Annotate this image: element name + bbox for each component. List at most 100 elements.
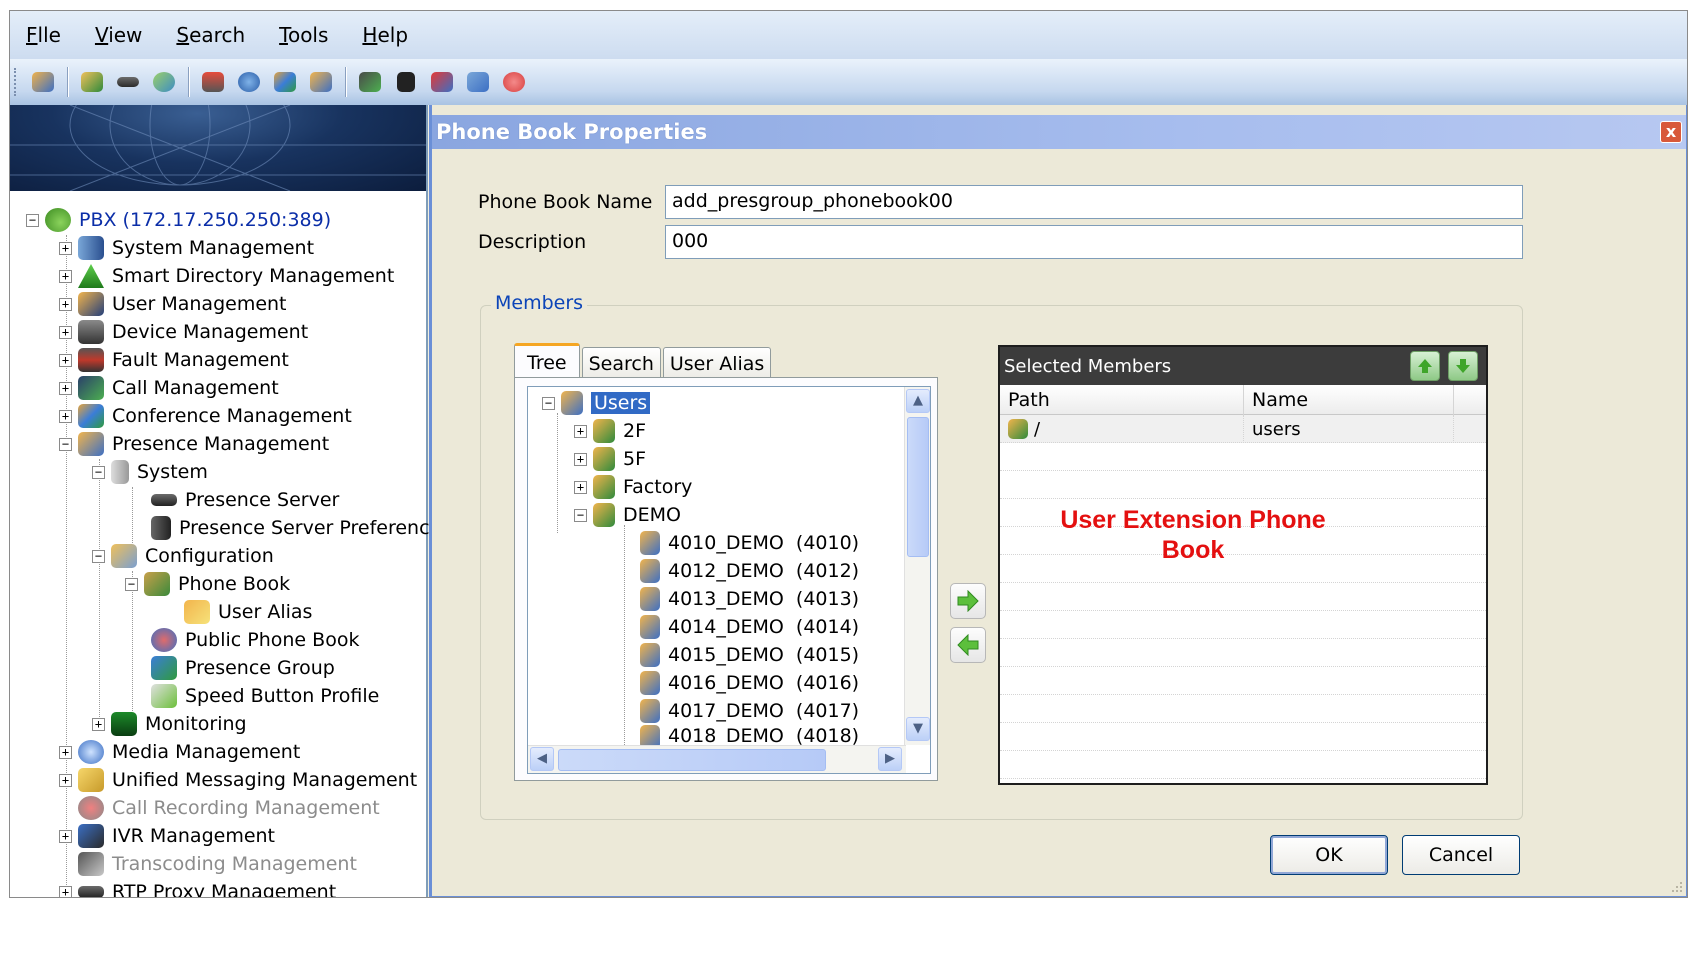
- tree-item-presence-management[interactable]: − Presence Management: [59, 431, 329, 457]
- member-tree-item-4017[interactable]: 4017_DEMO (4017): [640, 697, 859, 725]
- scroll-thumb[interactable]: [558, 749, 826, 771]
- menu-tools[interactable]: Tools: [279, 23, 328, 47]
- menu-view[interactable]: View: [95, 23, 142, 47]
- tree-item-presence-server-preference[interactable]: Presence Server Preference: [132, 515, 441, 541]
- stop-icon[interactable]: [427, 67, 457, 97]
- expand-toggle[interactable]: +: [574, 480, 587, 494]
- expand-toggle[interactable]: +: [59, 381, 72, 395]
- tree-item-user-management[interactable]: + User Management: [59, 291, 287, 317]
- message-icon[interactable]: [463, 67, 493, 97]
- tree-item-call-recording-management[interactable]: Call Recording Management: [59, 795, 380, 821]
- expand-toggle[interactable]: +: [574, 452, 587, 466]
- menu-help[interactable]: Help: [362, 23, 408, 47]
- expand-toggle[interactable]: +: [59, 829, 72, 843]
- export-icon[interactable]: [355, 67, 385, 97]
- column-name[interactable]: Name: [1244, 385, 1454, 415]
- cancel-button[interactable]: Cancel: [1402, 835, 1520, 875]
- table-row[interactable]: / users: [1000, 415, 1486, 443]
- tree-item-media-management[interactable]: + Media Management: [59, 739, 300, 765]
- tree-item-fault-management[interactable]: + Fault Management: [59, 347, 289, 373]
- presence-icon[interactable]: [306, 67, 336, 97]
- expand-toggle[interactable]: +: [59, 353, 72, 367]
- collapse-toggle[interactable]: −: [26, 213, 39, 227]
- toolbar-grip[interactable]: [14, 68, 17, 96]
- tree-item-monitoring[interactable]: + Monitoring: [92, 711, 247, 737]
- tree-item-unified-messaging-management[interactable]: + Unified Messaging Management: [59, 767, 417, 793]
- add-member-button[interactable]: [950, 583, 986, 619]
- member-tree[interactable]: − Users + 2F + 5F + Factory − DEMO 4010_…: [527, 386, 931, 774]
- expand-toggle[interactable]: +: [59, 241, 72, 255]
- tab-tree[interactable]: Tree: [514, 343, 580, 379]
- tree-item-public-phone-book[interactable]: Public Phone Book: [132, 627, 359, 653]
- collapse-toggle[interactable]: −: [574, 508, 587, 522]
- globe-icon[interactable]: [234, 67, 264, 97]
- tab-search[interactable]: Search: [581, 347, 661, 379]
- collapse-toggle[interactable]: −: [92, 465, 105, 479]
- tree-item-configuration[interactable]: − Configuration: [92, 543, 274, 569]
- tree-item-user-alias[interactable]: User Alias: [165, 599, 312, 625]
- collapse-toggle[interactable]: −: [542, 396, 555, 410]
- tree-item-conference-management[interactable]: + Conference Management: [59, 403, 352, 429]
- expand-toggle[interactable]: +: [59, 269, 72, 283]
- menu-search[interactable]: Search: [176, 23, 245, 47]
- tree-item-call-management[interactable]: + Call Management: [59, 375, 279, 401]
- phone-book-name-input[interactable]: add_presgroup_phonebook00: [665, 185, 1523, 219]
- tree-item-presence-group[interactable]: Presence Group: [132, 655, 335, 681]
- member-tree-item-factory[interactable]: + Factory: [574, 473, 692, 501]
- scroll-left-button[interactable]: ◀: [530, 747, 554, 771]
- heart-icon[interactable]: [499, 67, 529, 97]
- tree-item-speed-button-profile[interactable]: Speed Button Profile: [132, 683, 379, 709]
- tree-item-presence-server[interactable]: Presence Server: [132, 487, 339, 513]
- document-icon[interactable]: [391, 67, 421, 97]
- chart-icon[interactable]: [198, 67, 228, 97]
- expand-toggle[interactable]: +: [59, 773, 72, 787]
- ok-button[interactable]: OK: [1270, 835, 1388, 875]
- resize-grip-icon[interactable]: [1668, 878, 1684, 894]
- conference-icon[interactable]: [270, 67, 300, 97]
- expand-toggle[interactable]: +: [59, 745, 72, 759]
- tree-item-device-management[interactable]: + Device Management: [59, 319, 308, 345]
- phone-icon[interactable]: [149, 67, 179, 97]
- member-tree-item-4016[interactable]: 4016_DEMO (4016): [640, 669, 859, 697]
- tree-item-rtp-proxy-management[interactable]: + RTP Proxy Management: [59, 879, 336, 897]
- users-icon[interactable]: [28, 67, 58, 97]
- tree-item-system-management[interactable]: + System Management: [59, 235, 314, 261]
- collapse-toggle[interactable]: −: [59, 437, 72, 451]
- member-tree-item-4010[interactable]: 4010_DEMO (4010): [640, 529, 859, 557]
- expand-toggle[interactable]: +: [59, 297, 72, 311]
- menu-file[interactable]: Flle: [26, 23, 61, 47]
- member-tree-item-4014[interactable]: 4014_DEMO (4014): [640, 613, 859, 641]
- tree-item-transcoding-management[interactable]: Transcoding Management: [59, 851, 357, 877]
- member-tree-item-4015[interactable]: 4015_DEMO (4015): [640, 641, 859, 669]
- remove-member-button[interactable]: [950, 627, 986, 663]
- member-tree-item-4012[interactable]: 4012_DEMO (4012): [640, 557, 859, 585]
- column-path[interactable]: Path: [1000, 385, 1244, 415]
- horizontal-scrollbar[interactable]: ◀ ▶: [528, 745, 906, 773]
- scroll-right-button[interactable]: ▶: [878, 747, 902, 771]
- tab-user-alias[interactable]: User Alias: [662, 347, 772, 379]
- move-down-button[interactable]: [1448, 351, 1478, 381]
- description-input[interactable]: 000: [665, 225, 1523, 259]
- move-up-button[interactable]: [1410, 351, 1440, 381]
- scroll-down-button[interactable]: ▼: [906, 717, 930, 741]
- expand-toggle[interactable]: +: [92, 717, 105, 731]
- expand-toggle[interactable]: +: [59, 885, 72, 897]
- tree-item-phone-book[interactable]: − Phone Book: [125, 571, 290, 597]
- member-tree-item-2f[interactable]: + 2F: [574, 417, 646, 445]
- member-tree-item-demo[interactable]: − DEMO: [574, 501, 681, 529]
- collapse-toggle[interactable]: −: [125, 577, 138, 591]
- group-icon[interactable]: [77, 67, 107, 97]
- member-tree-item-4013[interactable]: 4013_DEMO (4013): [640, 585, 859, 613]
- tree-item-system[interactable]: − System: [92, 459, 208, 485]
- device-icon[interactable]: [113, 67, 143, 97]
- dialog-title-bar[interactable]: Phone Book Properties x: [432, 115, 1686, 149]
- tree-item-pbx[interactable]: − PBX (172.17.250.250:389): [26, 207, 331, 233]
- member-tree-item-users[interactable]: − Users: [542, 389, 651, 417]
- close-button[interactable]: x: [1660, 121, 1682, 143]
- tree-item-ivr-management[interactable]: + IVR Management: [59, 823, 275, 849]
- tree-item-smart-directory-management[interactable]: + Smart Directory Management: [59, 263, 394, 289]
- vertical-scrollbar[interactable]: ▲ ▼: [904, 387, 930, 745]
- expand-toggle[interactable]: +: [59, 325, 72, 339]
- collapse-toggle[interactable]: −: [92, 549, 105, 563]
- expand-toggle[interactable]: +: [574, 424, 587, 438]
